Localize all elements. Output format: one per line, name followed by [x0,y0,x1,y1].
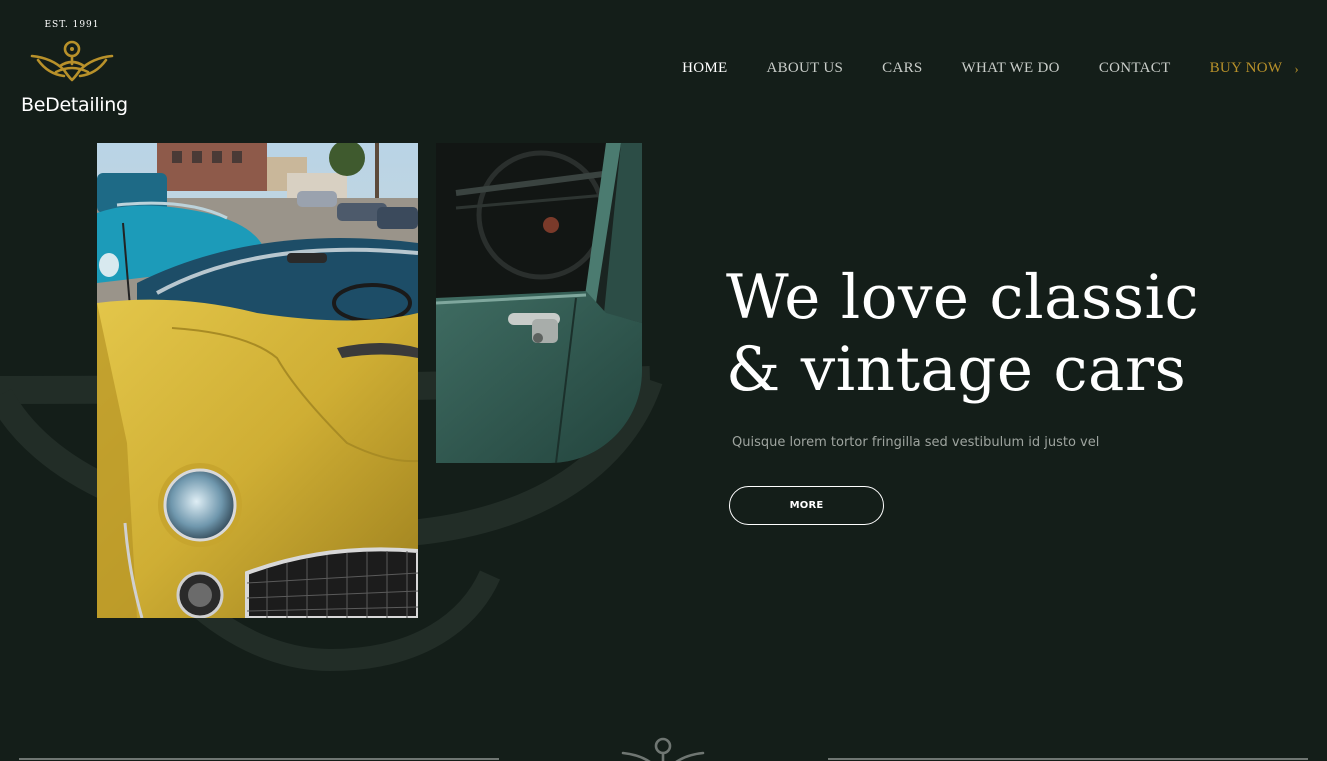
chevron-right-icon: › [1294,60,1299,76]
wings-emblem-icon [30,40,114,82]
wings-emblem-icon [621,737,705,761]
divider-left [19,758,499,760]
nav-about-us[interactable]: ABOUT US [766,60,843,77]
yellow-car-photo [97,143,418,618]
nav-home[interactable]: HOME [682,60,727,77]
green-car-door-photo [436,143,642,463]
nav-what-we-do[interactable]: WHAT WE DO [962,60,1060,77]
hero-title: We love classic & vintage cars [726,262,1246,406]
nav-cars[interactable]: CARS [882,60,922,77]
hero-subtitle: Quisque lorem tortor fringilla sed vesti… [732,435,1100,450]
hero-title-line-1: We love classic [726,262,1200,333]
brand-name: BeDetailing [21,94,128,116]
hero-title-line-2: & vintage cars [726,334,1187,405]
logo-established: EST. 1991 [44,20,100,30]
main-nav: HOME ABOUT US CARS WHAT WE DO CONTACT BU… [643,60,1299,77]
page: EST. 1991 BeDetailing HOME ABOUT US CARS… [0,0,1327,761]
more-button[interactable]: MORE [729,486,884,525]
nav-buy-now-label: BUY NOW [1209,60,1283,76]
divider-right [828,758,1308,760]
nav-buy-now[interactable]: BUY NOW › [1210,60,1299,77]
nav-contact[interactable]: CONTACT [1099,60,1171,77]
brand-logo[interactable]: EST. 1991 BeDetailing [14,14,134,124]
